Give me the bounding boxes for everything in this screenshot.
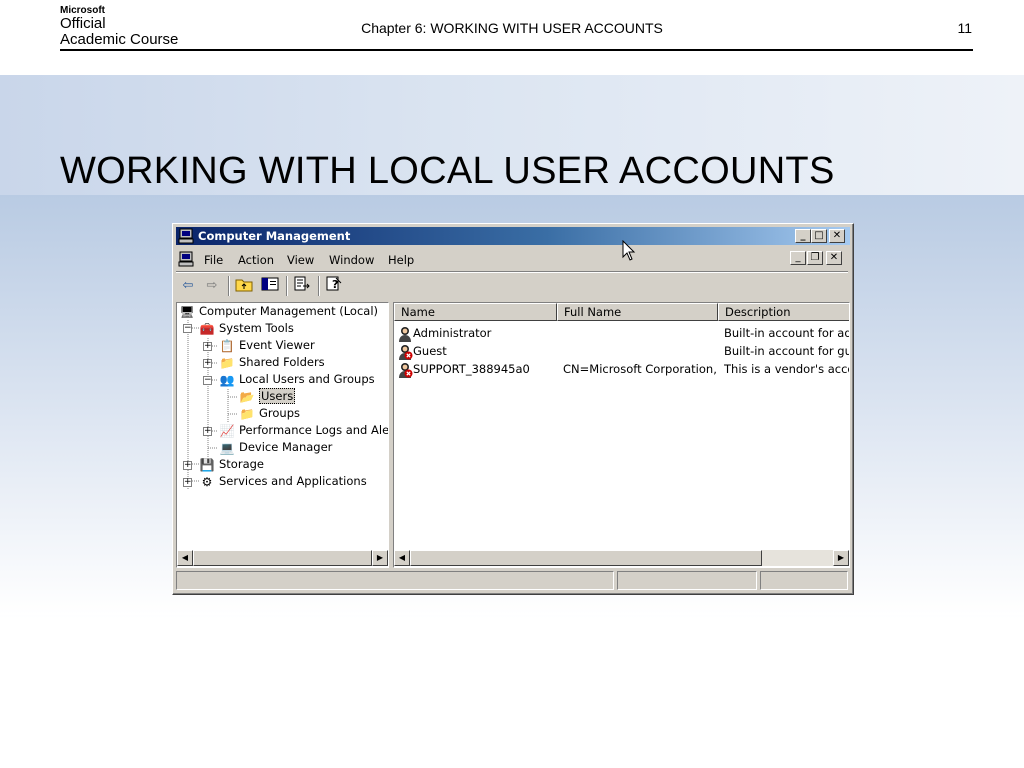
help-icon[interactable]: ? — [324, 276, 344, 296]
mdi-minimize-button[interactable]: _ — [790, 251, 806, 265]
forward-arrow-icon[interactable]: ⇨ — [202, 276, 222, 296]
users-icon: 👥 — [219, 372, 235, 387]
disabled-user-icon — [397, 344, 413, 360]
computer-management-window: Computer Management _ □ ✕ File Action Vi… — [172, 223, 854, 595]
status-panel-2 — [617, 571, 757, 590]
computer-icon: 🖥 — [179, 304, 195, 319]
user-name: Guest — [413, 344, 447, 358]
status-panel-3 — [760, 571, 848, 590]
tree-node-groups[interactable]: 📁 Groups — [239, 405, 301, 422]
expand-event-viewer[interactable]: + — [203, 342, 212, 351]
tree-node-shared-folders[interactable]: 📁 Shared Folders — [219, 354, 325, 371]
computer-icon — [178, 228, 194, 244]
user-description: This is a vendor's accou — [724, 362, 849, 376]
user-icon — [397, 326, 413, 342]
user-description: Built-in account for gues — [724, 344, 849, 358]
tree-node-storage[interactable]: 💾 Storage — [199, 456, 264, 473]
tree-node-event-viewer[interactable]: 📋 Event Viewer — [219, 337, 315, 354]
column-header-name[interactable]: Name — [394, 303, 557, 321]
user-row[interactable]: Administrator Built-in account for admi — [394, 324, 849, 342]
column-header-description[interactable]: Description — [718, 303, 849, 321]
tree-node-computer-management[interactable]: 🖥 Computer Management (Local) — [179, 303, 378, 320]
menu-help[interactable]: Help — [388, 253, 414, 267]
minimize-button[interactable]: _ — [795, 229, 811, 243]
menu-bar: File Action View Window Help _ ❐ ✕ — [176, 248, 850, 270]
tree-node-system-tools[interactable]: 🧰 System Tools — [199, 320, 294, 337]
menu-separator — [176, 271, 848, 273]
tree-scroll-right-button[interactable]: ▶ — [372, 550, 388, 566]
page-number: 11 — [957, 20, 972, 36]
title-bar[interactable]: Computer Management _ □ ✕ — [176, 227, 850, 245]
mouse-cursor-icon — [622, 240, 636, 261]
expand-storage[interactable]: + — [183, 461, 192, 470]
console-tree[interactable]: 🖥 Computer Management (Local) − 🧰 System T… — [176, 302, 389, 568]
tools-icon: 🧰 — [199, 321, 215, 336]
services-icon: ⚙ — [201, 474, 213, 489]
slide-title: WORKING WITH LOCAL USER ACCOUNTS — [60, 150, 835, 192]
folder-icon: 📁 — [219, 355, 235, 370]
menu-view[interactable]: View — [287, 253, 314, 267]
collapse-local-users-groups[interactable]: − — [203, 376, 212, 385]
event-viewer-icon: 📋 — [219, 338, 235, 353]
toolbar: ⇦ ⇨ ? — [176, 274, 850, 300]
chapter-heading: Chapter 6: WORKING WITH USER ACCOUNTS — [361, 20, 663, 36]
user-name: Administrator — [413, 326, 492, 340]
close-button[interactable]: ✕ — [829, 229, 845, 243]
toolbar-separator — [228, 276, 230, 296]
list-scroll-thumb[interactable] — [410, 550, 762, 566]
storage-icon: 💾 — [199, 457, 215, 472]
tree-node-performance-logs[interactable]: 📈 Performance Logs and Alerts — [219, 422, 388, 439]
mdi-restore-button[interactable]: ❐ — [807, 251, 823, 265]
up-folder-icon[interactable] — [234, 276, 254, 296]
header-rule — [60, 49, 973, 51]
tree-node-users[interactable]: 📂 Users — [239, 388, 296, 405]
user-name: SUPPORT_388945a0 — [413, 362, 530, 376]
tree-scroll-thumb[interactable] — [193, 550, 372, 566]
window-title: Computer Management — [198, 229, 351, 243]
folder-open-icon: 📂 — [239, 389, 255, 404]
list-scroll-right-button[interactable]: ▶ — [833, 550, 849, 566]
mdi-computer-icon[interactable] — [178, 251, 194, 267]
details-list[interactable]: Name Full Name Description Administrator… — [393, 302, 850, 568]
list-scroll-left-button[interactable]: ◀ — [394, 550, 410, 566]
menu-window[interactable]: Window — [329, 253, 374, 267]
user-row[interactable]: SUPPORT_388945a0 CN=Microsoft Corporatio… — [394, 360, 849, 378]
user-description: Built-in account for admi — [724, 326, 849, 340]
expand-services-applications[interactable]: + — [183, 478, 192, 487]
show-hide-tree-icon[interactable] — [260, 276, 280, 296]
status-panel-1 — [176, 571, 614, 590]
expand-performance-logs[interactable]: + — [203, 427, 212, 436]
mdi-close-button[interactable]: ✕ — [826, 251, 842, 265]
tree-node-local-users-groups[interactable]: 👥 Local Users and Groups — [219, 371, 375, 388]
user-row[interactable]: Guest Built-in account for gues — [394, 342, 849, 360]
list-horizontal-scrollbar[interactable]: ◀ ▶ — [394, 550, 849, 566]
collapse-system-tools[interactable]: − — [183, 324, 192, 333]
export-list-icon[interactable] — [292, 276, 312, 296]
column-header-full-name[interactable]: Full Name — [557, 303, 718, 321]
status-bar — [176, 571, 850, 590]
back-arrow-icon[interactable]: ⇦ — [178, 276, 198, 296]
expand-shared-folders[interactable]: + — [203, 359, 212, 368]
menu-action[interactable]: Action — [238, 253, 274, 267]
tree-horizontal-scrollbar[interactable]: ◀ ▶ — [177, 550, 388, 566]
device-manager-icon: 💻 — [219, 440, 235, 455]
tree-node-device-manager[interactable]: 💻 Device Manager — [219, 439, 333, 456]
performance-icon: 📈 — [219, 423, 235, 438]
disabled-user-icon — [397, 362, 413, 378]
folder-icon: 📁 — [239, 406, 255, 421]
toolbar-separator-3 — [318, 276, 320, 296]
tree-node-services-applications[interactable]: ⚙ Services and Applications — [199, 473, 367, 490]
maximize-button[interactable]: □ — [811, 229, 827, 243]
menu-file[interactable]: File — [204, 253, 223, 267]
user-full-name: CN=Microsoft Corporation,... — [563, 362, 718, 376]
toolbar-separator-2 — [286, 276, 288, 296]
tree-scroll-left-button[interactable]: ◀ — [177, 550, 193, 566]
